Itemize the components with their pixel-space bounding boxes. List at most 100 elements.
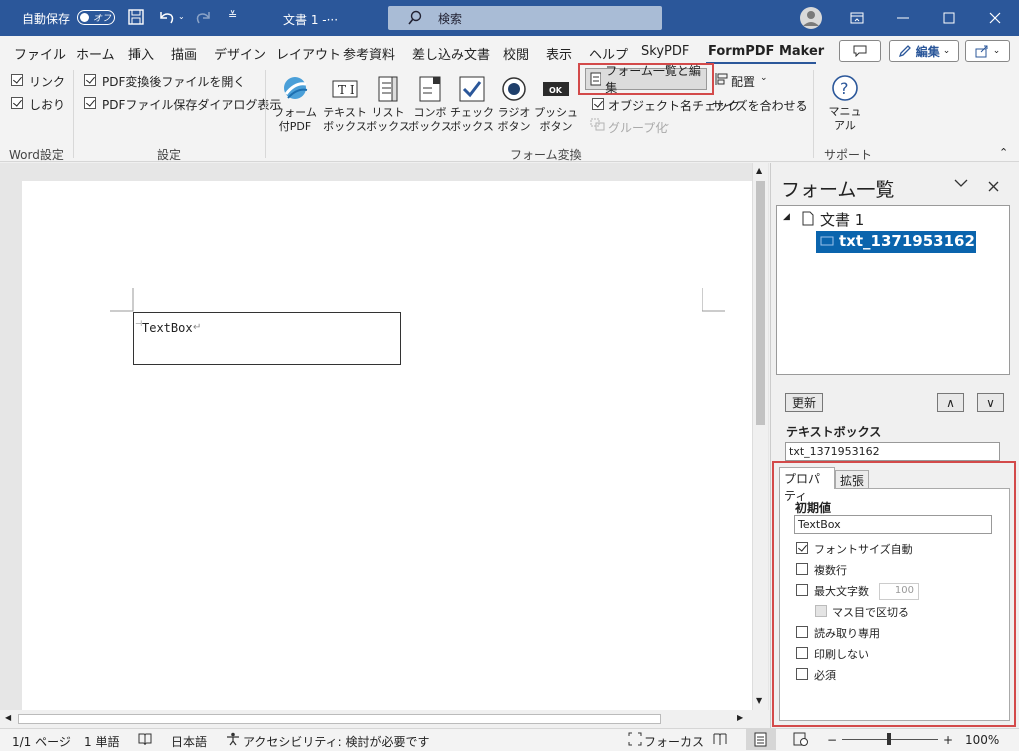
- arrange-icon[interactable]: [715, 72, 729, 86]
- active-tab-indicator: [706, 62, 816, 64]
- textbox-button[interactable]: T I テキスト ボックス: [321, 74, 369, 134]
- tab-view[interactable]: 表示: [546, 44, 572, 63]
- page-count[interactable]: 1/1 ページ: [12, 733, 71, 750]
- anchor-icon: ⊣: [135, 319, 142, 328]
- tab-review[interactable]: 校閲: [503, 44, 529, 63]
- checkbox-button[interactable]: チェック ボックス: [448, 74, 496, 134]
- tab-skypdf[interactable]: SkyPDF: [641, 44, 689, 59]
- save-icon[interactable]: [127, 8, 145, 26]
- tab-references[interactable]: 参考資料: [343, 44, 395, 63]
- required-checkbox[interactable]: [796, 668, 808, 680]
- max-chars-checkbox[interactable]: [796, 584, 808, 596]
- search-box[interactable]: 検索: [388, 6, 662, 30]
- vertical-scroll-thumb[interactable]: [756, 181, 765, 425]
- arrange-label[interactable]: 配置: [731, 73, 755, 90]
- customize-qat-icon[interactable]: ≚: [228, 9, 237, 22]
- form-textbox[interactable]: ⊣ TextBox ↵: [133, 312, 401, 365]
- zoom-level[interactable]: 100%: [965, 733, 999, 747]
- fit-size-label[interactable]: サイズを合わせる: [712, 97, 808, 114]
- open-after-convert-checkbox[interactable]: [84, 74, 96, 86]
- tab-formpdf-maker[interactable]: FormPDF Maker: [708, 44, 824, 59]
- undo-icon[interactable]: [156, 8, 176, 26]
- form-pdf-button[interactable]: フォーム 付PDF: [271, 74, 319, 134]
- tab-layout[interactable]: レイアウト: [276, 44, 341, 63]
- read-mode-icon[interactable]: [713, 732, 728, 746]
- group-support: サポート: [824, 148, 873, 162]
- fit-size-dropdown-icon[interactable]: ⌄: [796, 97, 804, 107]
- accessibility-status[interactable]: アクセシビリティ: 検討が必要です: [243, 733, 430, 750]
- combobox-button[interactable]: コンボ ボックス: [406, 74, 454, 134]
- tree-root-label[interactable]: 文書 1: [820, 209, 864, 230]
- tree-expand-icon[interactable]: ◢: [783, 212, 790, 222]
- link-checkbox[interactable]: [11, 74, 23, 86]
- comb-label: マス目で区切る: [832, 606, 909, 619]
- pane-close-icon[interactable]: [988, 181, 999, 192]
- tab-insert[interactable]: 挿入: [128, 44, 154, 63]
- tree-selected-item[interactable]: txt_1371953162: [816, 231, 976, 253]
- vertical-scrollbar[interactable]: ▲ ▼: [752, 163, 768, 710]
- zoom-out-icon[interactable]: −: [827, 733, 837, 747]
- move-down-button[interactable]: ∨: [977, 393, 1004, 412]
- field-name-input[interactable]: txt_1371953162: [785, 442, 1000, 461]
- readonly-checkbox[interactable]: [796, 626, 808, 638]
- tab-help[interactable]: ヘルプ: [589, 44, 628, 63]
- form-tree[interactable]: ◢ 文書 1 txt_1371953162: [776, 205, 1010, 375]
- svg-text:?: ?: [840, 79, 849, 98]
- save-dialog-checkbox[interactable]: [84, 97, 96, 109]
- word-count[interactable]: 1 単語: [84, 733, 119, 750]
- zoom-in-icon[interactable]: +: [943, 733, 953, 747]
- pane-options-icon[interactable]: [954, 178, 968, 188]
- undo-dropdown-icon[interactable]: ⌄: [178, 12, 185, 21]
- comments-button[interactable]: [839, 40, 881, 62]
- maximize-button[interactable]: [926, 0, 972, 36]
- paragraph-mark-icon: ↵: [193, 322, 202, 333]
- horizontal-scrollbar[interactable]: ◀ ▶: [0, 710, 769, 728]
- zoom-slider-thumb[interactable]: [887, 733, 891, 745]
- form-list-edit-label: フォーム一覧と編集: [605, 64, 701, 95]
- avatar[interactable]: [799, 6, 823, 30]
- focus-icon[interactable]: [628, 732, 642, 746]
- accessibility-icon[interactable]: [226, 732, 240, 746]
- form-pdf-icon: [280, 74, 310, 104]
- ribbon-display-icon[interactable]: [834, 0, 880, 36]
- scroll-up-icon[interactable]: ▲: [756, 166, 762, 175]
- scroll-left-icon[interactable]: ◀: [5, 713, 11, 722]
- collapse-ribbon-icon[interactable]: ⌃: [999, 146, 1008, 159]
- language[interactable]: 日本語: [171, 733, 207, 750]
- object-name-check-checkbox[interactable]: [592, 98, 604, 110]
- initial-value-input[interactable]: TextBox: [794, 515, 992, 534]
- bookmark-checkbox[interactable]: [11, 97, 23, 109]
- tab-draw[interactable]: 描画: [171, 44, 197, 63]
- font-auto-checkbox[interactable]: [796, 542, 808, 554]
- form-list-edit-button[interactable]: フォーム一覧と編集: [585, 64, 707, 95]
- push-button-button[interactable]: OK プッシュ ボタン: [532, 74, 580, 134]
- group-divider: [813, 70, 814, 158]
- arrange-dropdown-icon[interactable]: ⌄: [760, 73, 768, 83]
- manual-button[interactable]: ? マニュ アル: [821, 73, 869, 133]
- share-button[interactable]: ⌄: [965, 40, 1010, 62]
- autosave-toggle[interactable]: オフ: [77, 10, 115, 25]
- move-up-button[interactable]: ∧: [937, 393, 964, 412]
- focus-mode[interactable]: フォーカス: [644, 733, 704, 750]
- print-layout-button[interactable]: [746, 729, 776, 750]
- minimize-button[interactable]: [880, 0, 926, 36]
- scroll-down-icon[interactable]: ▼: [756, 696, 762, 705]
- document-page[interactable]: [22, 181, 752, 716]
- multiline-checkbox[interactable]: [796, 563, 808, 575]
- close-button[interactable]: [972, 0, 1018, 36]
- tab-mailings[interactable]: 差し込み文書: [412, 44, 490, 63]
- horizontal-scroll-thumb[interactable]: [18, 714, 661, 724]
- pane-title: フォーム一覧: [781, 179, 895, 201]
- tab-design[interactable]: デザイン: [214, 44, 266, 63]
- pencil-icon: [898, 45, 911, 58]
- refresh-button[interactable]: 更新: [785, 393, 823, 412]
- tab-home[interactable]: ホーム: [76, 44, 115, 63]
- tab-file[interactable]: ファイル: [14, 44, 66, 63]
- web-layout-icon[interactable]: [793, 732, 808, 746]
- listbox-button[interactable]: リスト ボックス: [364, 74, 412, 134]
- radio-button-button[interactable]: ラジオ ボタン: [490, 74, 538, 134]
- scroll-right-icon[interactable]: ▶: [737, 713, 743, 722]
- proofing-icon[interactable]: [138, 732, 152, 746]
- noprint-checkbox[interactable]: [796, 647, 808, 659]
- editing-mode-button[interactable]: 編集 ⌄: [889, 40, 959, 62]
